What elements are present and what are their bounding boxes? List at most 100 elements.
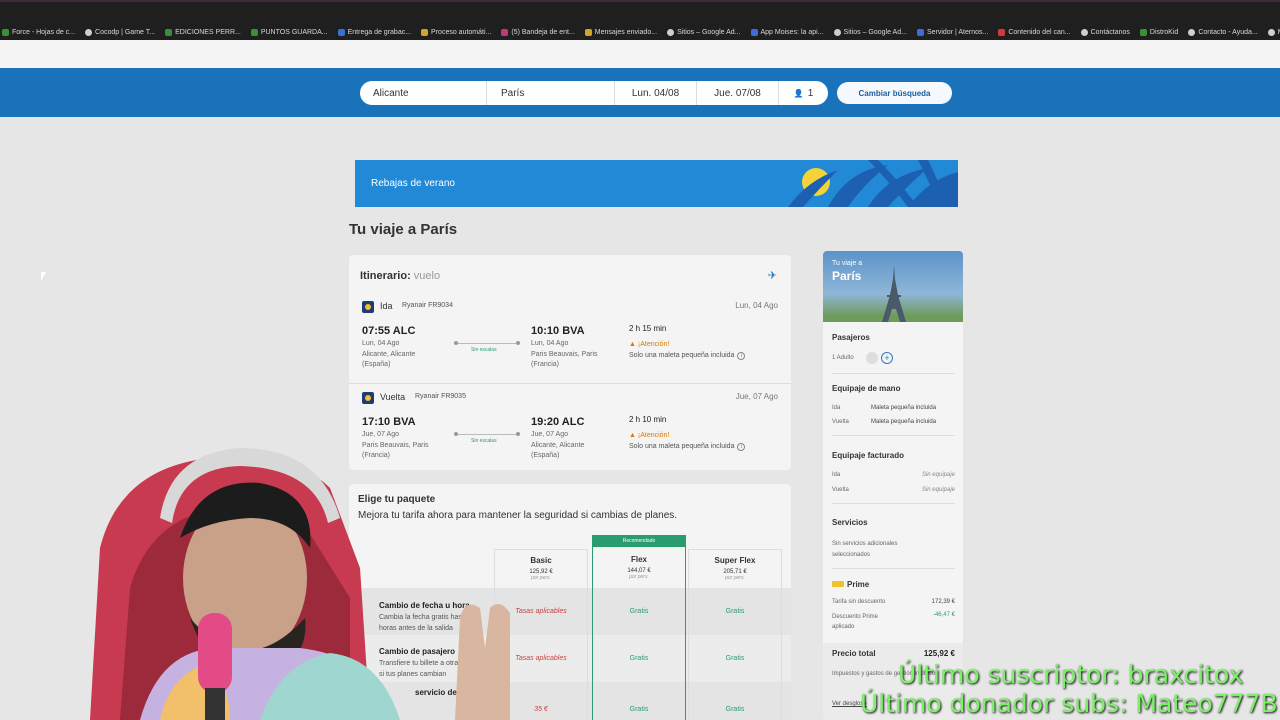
baggage-note: Solo una maleta pequeña incluida i (629, 352, 746, 360)
bookmark-favicon-icon (1188, 28, 1196, 36)
bookmark-item[interactable]: PUNTOS GUARDA... (250, 28, 328, 36)
passengers-field[interactable]: 👤 1 (779, 81, 828, 105)
leg-date: Jue, 07 Ago (735, 392, 778, 401)
bookmark-label: Servidor | Aternos... (926, 28, 989, 36)
bookmark-label: Sitios – Google Ad... (843, 28, 907, 36)
divider (832, 435, 955, 436)
eiffel-tower-icon (882, 265, 906, 322)
depart-date-field[interactable]: Lun. 04/08 (615, 81, 697, 105)
bookmark-item[interactable]: Contenido del can... (998, 28, 1071, 36)
itinerary-title: Itinerario: (360, 270, 411, 282)
flight-number: Ryanair FR9035 (415, 393, 466, 400)
ryanair-logo-icon (362, 392, 374, 404)
bookmark-label: EDICIONES PERR... (175, 28, 241, 36)
bookmark-item[interactable]: EDICIONES PERR... (165, 28, 241, 36)
bookmark-label: Proceso automáti... (431, 28, 492, 36)
passengers-count: 1 (807, 87, 814, 99)
arrival-place: Paris Beauvais, Paris (Francia) (531, 351, 598, 368)
attention-label: ¡Atención! (637, 341, 670, 348)
package-name: Flex (630, 555, 647, 564)
no-discount-label: Tarifa sin descuento (832, 599, 886, 605)
baggage-note: Solo una maleta pequeña incluida i (629, 443, 746, 451)
bookmark-item[interactable]: Proceso automáti... (421, 28, 492, 36)
bookmark-label: Entrega de grabac... (347, 28, 412, 36)
passengers-heading: Pasajeros (832, 333, 870, 342)
bookmark-item[interactable]: Mensajes enviado... (584, 28, 657, 36)
bookmark-item[interactable]: Mobile I (1267, 28, 1280, 36)
flight-duration: 2 h 10 min (629, 415, 667, 424)
flight-duration: 2 h 15 min (629, 324, 667, 333)
package-per: por pers. (725, 575, 745, 581)
bookmark-favicon-icon (750, 28, 758, 36)
search-header: Alicante París Lun. 04/08 Jue. 07/08 👤 1… (0, 68, 1280, 117)
departure-date: Jue, 07 Ago (362, 431, 399, 438)
page-title: Tu viaje a París (349, 221, 458, 238)
summary-hero-subtitle: Tu viaje a (832, 260, 863, 267)
itinerary-type: vuelo (413, 270, 441, 282)
bookmark-favicon-icon (2, 28, 9, 36)
leg-date: Lun, 04 Ago (735, 301, 778, 310)
package-flex[interactable]: Recomendado Flex 144,07 € por pers. (592, 535, 686, 720)
hand-ida-label: Ida (832, 405, 841, 411)
arrival-date: Jue, 07 Ago (531, 431, 568, 438)
info-icon[interactable]: i (737, 352, 746, 360)
bookmark-item[interactable]: Sitios – Google Ad... (833, 28, 907, 36)
bookmark-favicon-icon (421, 28, 429, 36)
destination-field[interactable]: París (487, 81, 615, 105)
change-search-button[interactable]: Cambiar búsqueda (837, 82, 952, 104)
summary-hero: Tu viaje a París (823, 251, 963, 322)
palm-sun-illustration (788, 160, 958, 207)
attention-warning: ▲ ¡Atención! (629, 341, 669, 348)
arrival-time: 19:20 ALC (531, 416, 585, 428)
itinerary-heading: Itinerario: vuelo (360, 270, 440, 282)
remove-passenger-button[interactable] (866, 352, 878, 364)
top-strip (0, 40, 1280, 68)
stops-label: Sin escalas (471, 438, 497, 444)
person-icon: 👤 (793, 88, 804, 98)
banner-text: Rebajas de verano (371, 178, 455, 189)
bookmark-item[interactable]: (5) Bandeja de ent... (501, 28, 575, 36)
bookmark-label: Force - Hojas de c... (12, 28, 76, 36)
search-bar: Alicante París Lun. 04/08 Jue. 07/08 👤 1 (360, 81, 828, 105)
bookmark-label: App Moises: la api... (760, 28, 824, 36)
itinerary-card: Itinerario: vuelo ✈ Ida Ryanair FR9034 L… (349, 255, 791, 470)
departure-place: Alicante, Alicante (España) (362, 351, 416, 368)
bookmark-item[interactable]: Contáctanos (1080, 28, 1130, 36)
bookmark-label: (5) Bandeja de ent... (511, 28, 575, 36)
warning-icon: ▲ (629, 341, 638, 348)
bookmark-label: Contacto - Ayuda... (1198, 28, 1258, 36)
divider (832, 568, 955, 569)
package-per: por pers. (629, 574, 649, 580)
package-super-flex[interactable]: Super Flex 205,71 € por pers. (688, 549, 782, 720)
package-name: Super Flex (714, 556, 756, 565)
bookmark-item[interactable]: App Moises: la api... (750, 28, 824, 36)
bookmark-item[interactable]: DistroKid (1139, 28, 1179, 36)
plane-icon: ✈ (767, 270, 777, 282)
bookmark-favicon-icon (667, 28, 675, 36)
services-value: Sin servicios adicionales seleccionados (832, 541, 898, 558)
bookmark-item[interactable]: Sitios – Google Ad... (667, 28, 741, 36)
passengers-value: 1 Adulto (832, 355, 854, 361)
departure-date: Lun, 04 Ago (362, 340, 400, 347)
bookmark-label: Sitios – Google Ad... (677, 28, 741, 36)
return-date-field[interactable]: Jue. 07/08 (697, 81, 779, 105)
baggage-label: Solo una maleta pequeña incluida (629, 443, 735, 450)
checked-luggage-heading: Equipaje facturado (832, 451, 905, 460)
bookmark-item[interactable]: Cocodp | Game T... (85, 28, 155, 36)
bookmark-item[interactable]: Entrega de grabac... (337, 28, 412, 36)
info-icon[interactable]: i (737, 443, 746, 451)
summer-sale-banner[interactable]: Rebajas de verano (355, 160, 958, 207)
no-discount-value: 172,39 € (931, 599, 955, 605)
origin-field[interactable]: Alicante (360, 81, 487, 105)
hand-luggage-heading: Equipaje de mano (832, 384, 901, 393)
bookmark-item[interactable]: Force - Hojas de c... (2, 28, 76, 36)
bookmark-item[interactable]: Contacto - Ayuda... (1188, 28, 1258, 36)
bookmark-item[interactable]: Servidor | Aternos... (916, 28, 989, 36)
recommended-badge: Recomendado (592, 536, 686, 547)
add-passenger-button[interactable]: + (881, 352, 893, 364)
hand-vuelta-value: Maleta pequeña incluida (871, 419, 937, 425)
checked-vuelta-value: Sin equipaje (921, 487, 955, 493)
prime-badge: Prime (832, 580, 869, 589)
bookmark-favicon-icon (501, 28, 509, 36)
bookmark-label: DistroKid (1149, 28, 1179, 36)
